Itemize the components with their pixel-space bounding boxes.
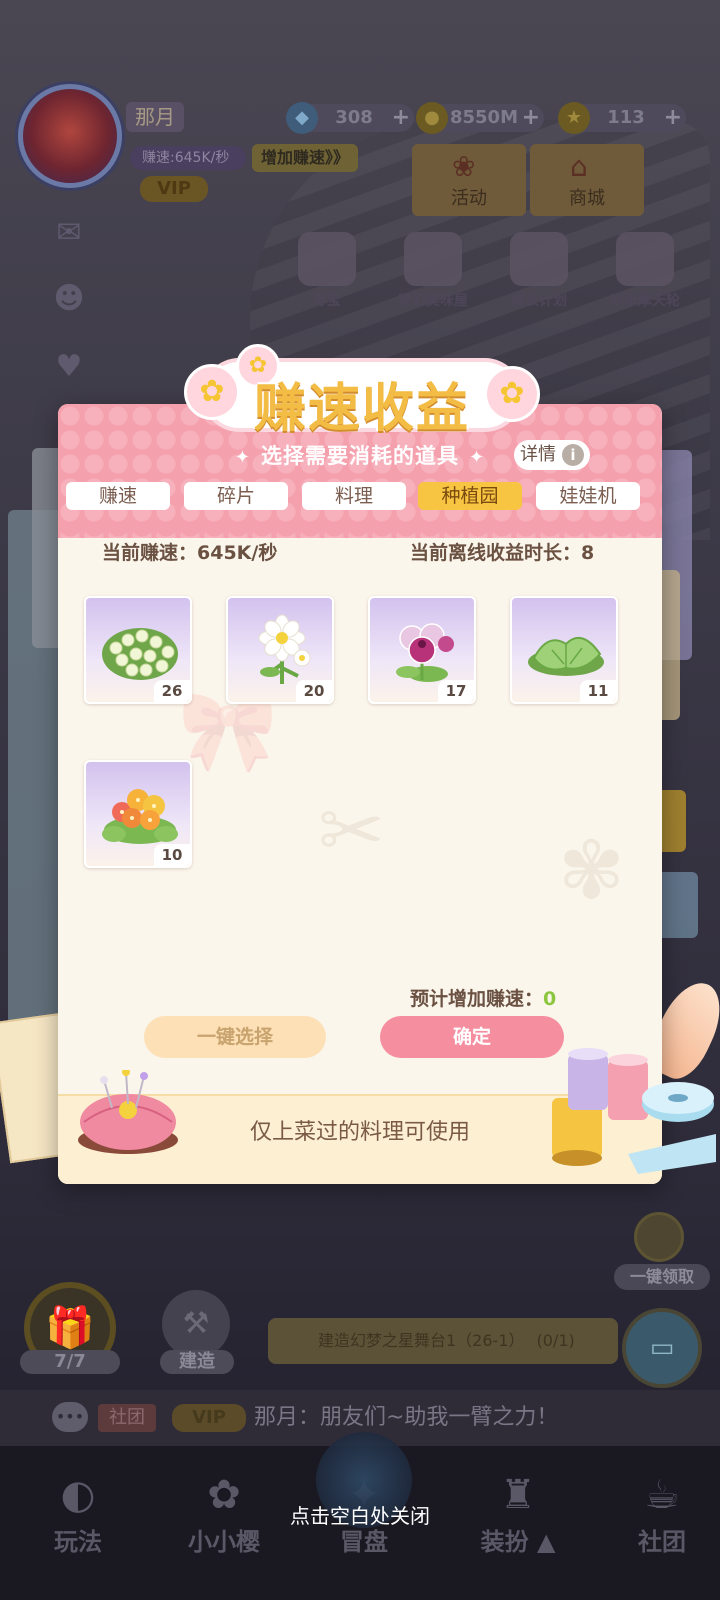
tab-event-label: 活动: [451, 188, 487, 209]
item-lettuce[interactable]: 11: [510, 596, 618, 704]
pincushion-icon: [78, 1070, 178, 1154]
treasure-icon: [298, 232, 356, 286]
star-value: 113: [607, 107, 645, 128]
tab-speed[interactable]: 赚速: [66, 482, 170, 510]
detail-button[interactable]: 详情 i: [514, 440, 590, 470]
build-label[interactable]: 建造: [160, 1350, 234, 1374]
quest-bar[interactable]: 建造幻梦之星舞台1（26-1） (0/1): [268, 1318, 618, 1364]
chat-club-tag: 社团: [98, 1404, 156, 1432]
event-dream-restaurant[interactable]: 梦幻美味屋: [388, 232, 478, 312]
star-icon: ★: [558, 102, 590, 134]
gem-value: 308: [335, 107, 373, 128]
event-growth-plan[interactable]: 成长计划: [494, 232, 584, 312]
coin-icon: ●: [416, 102, 448, 134]
mail-icon[interactable]: ✉: [46, 210, 92, 256]
ferris-wheel-icon: [616, 232, 674, 286]
lettuce-icon: [528, 636, 604, 676]
gift-count: 7/7: [20, 1350, 120, 1374]
player-name: 那月: [126, 102, 184, 132]
yarn-watermark-icon: ✾: [558, 824, 626, 917]
orange-flower-bush-icon: [102, 789, 178, 844]
item-count: 11: [580, 680, 616, 702]
dialog-title-banner: ✿ ✿ ✿ 赚速收益: [184, 344, 540, 440]
item-daisy[interactable]: 20: [226, 596, 334, 704]
chat-vip-badge: VIP: [172, 1404, 246, 1432]
tab-event[interactable]: ❀ 活动: [412, 144, 526, 216]
pincushion-watermark-icon: ✂: [318, 784, 386, 877]
event-growth-label: 成长计划: [511, 293, 567, 309]
event-treasure-label: 寻宝: [313, 293, 341, 309]
tab-fragments[interactable]: 碎片: [184, 482, 288, 510]
pansy-icon: [396, 623, 454, 682]
player-avatar[interactable]: [18, 84, 122, 188]
quest-text: 建造幻梦之星舞台1（26-1）: [318, 1331, 525, 1350]
event-treasure[interactable]: 寻宝: [282, 232, 372, 312]
event-ferris-wheel[interactable]: 欢乐摩天轮: [600, 232, 690, 312]
cake-icon: [404, 232, 462, 286]
close-hint[interactable]: 点击空白处关闭: [0, 1500, 720, 1529]
item-count: 26: [154, 680, 190, 702]
item-white-flower-bush[interactable]: 26: [84, 596, 192, 704]
chat-bubble-icon: •••: [52, 1402, 88, 1432]
item-count: 10: [154, 844, 190, 866]
vip-badge[interactable]: VIP: [140, 176, 208, 202]
item-count: 20: [296, 680, 332, 702]
estimate-label: 预计增加赚速：: [410, 988, 544, 1010]
estimate-value: 0: [543, 988, 557, 1010]
shop-icon: ⌂: [570, 150, 588, 183]
earn-rate-label: 赚速:645K/秒: [130, 146, 246, 170]
build-icon[interactable]: ⚒: [162, 1290, 230, 1358]
event-icon: ❀: [452, 150, 476, 183]
friends-icon[interactable]: ☻: [46, 276, 92, 322]
star-add-icon[interactable]: +: [664, 104, 682, 132]
daisy-icon: [258, 614, 311, 684]
growth-plan-icon: [510, 232, 568, 286]
sparkle-icon: ✦: [469, 447, 486, 468]
quest-ticket-icon[interactable]: ▭: [622, 1308, 702, 1388]
current-speed: 当前赚速：645K/秒: [102, 542, 278, 564]
item-pansy[interactable]: 17: [368, 596, 476, 704]
detail-label: 详情: [520, 444, 556, 465]
gem-currency[interactable]: ◆ 308 +: [286, 102, 414, 134]
item-count: 17: [438, 680, 474, 702]
white-flower-bush-icon: [102, 628, 178, 680]
tab-claw-machine[interactable]: 娃娃机: [536, 482, 640, 510]
gem-add-icon[interactable]: +: [392, 104, 410, 132]
tab-shop-label: 商城: [569, 188, 605, 209]
star-currency[interactable]: ★ 113 +: [558, 102, 686, 134]
dialog-subtitle-text: 选择需要消耗的道具: [261, 444, 459, 468]
offline-duration: 当前离线收益时长：8: [410, 542, 595, 564]
coin-currency[interactable]: ● 8550M +: [416, 102, 544, 134]
estimate-speed: 预计增加赚速：0: [410, 984, 556, 1011]
select-all-button[interactable]: 一键选择: [144, 1016, 326, 1058]
tab-plantation[interactable]: 种植园: [418, 482, 522, 510]
event-ferris-label: 欢乐摩天轮: [610, 293, 680, 309]
thread-spools-icon: [552, 1048, 716, 1174]
item-orange-flower-bush[interactable]: 10: [84, 760, 192, 868]
favorite-icon[interactable]: ♥: [46, 344, 92, 390]
coin-value: 8550M: [449, 107, 518, 128]
confirm-button[interactable]: 确定: [380, 1016, 564, 1058]
coin-add-icon[interactable]: +: [522, 104, 540, 132]
event-dream-label: 梦幻美味屋: [398, 293, 468, 309]
dialog-title: 赚速收益: [253, 379, 470, 439]
quest-progress: (0/1): [536, 1331, 575, 1350]
chat-message: 那月：朋友们~助我一臂之力！: [254, 1405, 559, 1430]
tab-cuisine[interactable]: 料理: [302, 482, 406, 510]
collect-coin-icon[interactable]: [634, 1212, 684, 1262]
sparkle-icon: ✦: [234, 447, 251, 468]
collect-all-button[interactable]: 一键领取: [614, 1264, 710, 1290]
tab-shop[interactable]: ⌂ 商城: [530, 144, 644, 216]
boost-speed-button[interactable]: 增加赚速》》: [252, 144, 358, 172]
info-icon: i: [562, 444, 584, 466]
gem-icon: ◆: [286, 102, 318, 134]
